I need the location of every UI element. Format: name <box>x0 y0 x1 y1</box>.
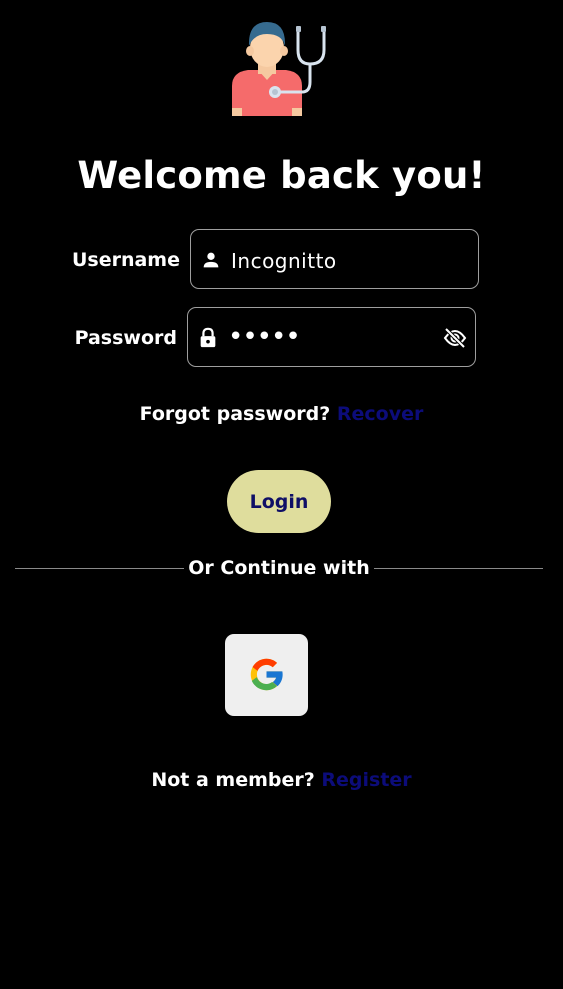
password-field[interactable]: ••••• <box>187 307 476 367</box>
google-signin-button[interactable] <box>225 634 308 716</box>
password-label: Password <box>74 327 177 349</box>
username-value: Incognitto <box>231 249 337 273</box>
recover-link[interactable]: Recover <box>337 403 423 425</box>
doctor-with-stethoscope-icon <box>232 22 326 116</box>
username-field[interactable]: Incognitto <box>190 229 479 289</box>
continue-with-text: Or Continue with <box>188 557 370 579</box>
password-value: ••••• <box>228 322 301 352</box>
lock-icon <box>200 327 216 348</box>
page-title: Welcome back you! <box>77 154 486 197</box>
google-icon <box>250 658 284 691</box>
forgot-password-text: Forgot password? <box>139 403 331 425</box>
forgot-password-row: Forgot password? Recover <box>0 403 563 425</box>
divider-right <box>374 568 543 569</box>
not-member-text: Not a member? <box>151 769 315 791</box>
login-button[interactable]: Login <box>227 470 331 533</box>
login-screen: Welcome back you! Username Incognitto Pa… <box>0 0 563 989</box>
divider-left <box>15 568 184 569</box>
person-icon <box>203 252 219 268</box>
register-link[interactable]: Register <box>321 769 411 791</box>
register-row: Not a member? Register <box>0 769 563 791</box>
username-label: Username <box>71 249 180 271</box>
eye-off-icon[interactable] <box>443 326 467 350</box>
